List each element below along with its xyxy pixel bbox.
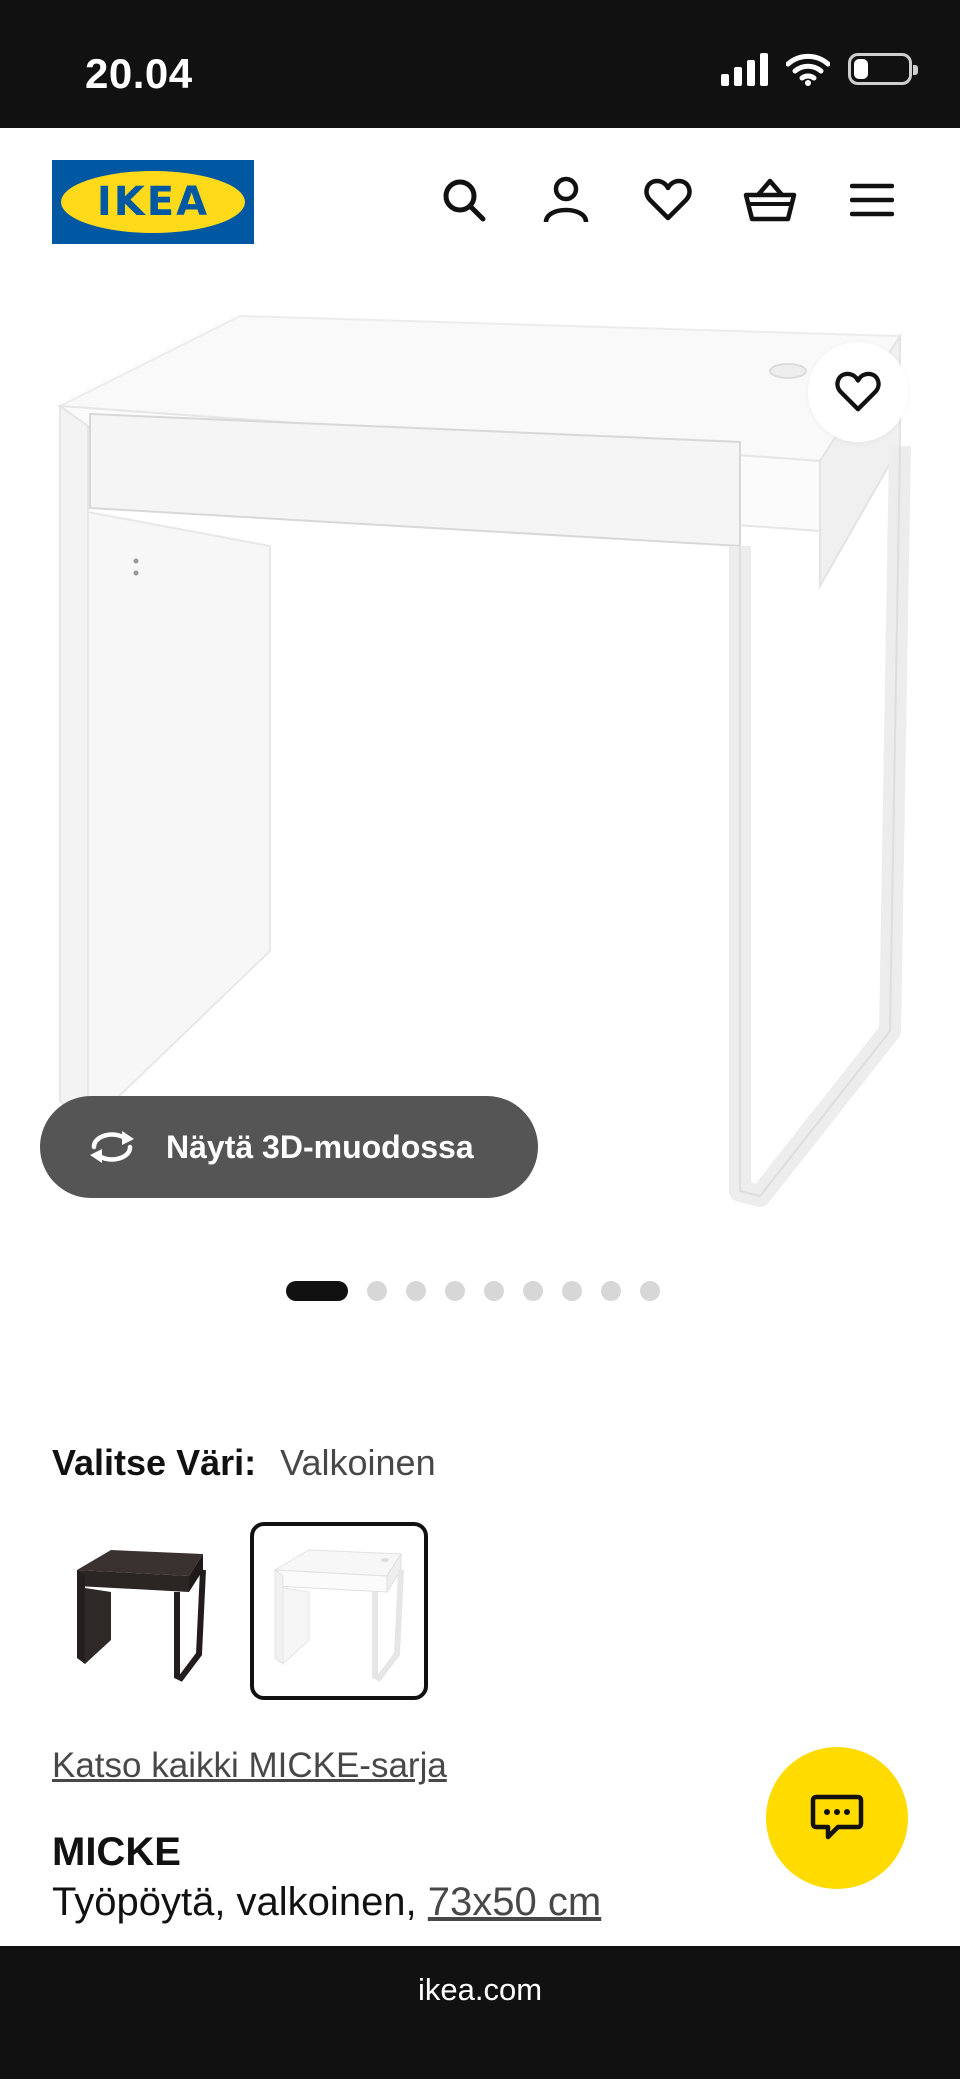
view-3d-label: Näytä 3D-muodossa: [166, 1128, 474, 1165]
view-3d-button[interactable]: Näytä 3D-muodossa: [40, 1096, 538, 1198]
product-size-link[interactable]: 73x50 cm: [428, 1880, 601, 1924]
series-link[interactable]: Katso kaikki MICKE-sarja: [52, 1746, 447, 1786]
browser-bottom-bar: ikea.com: [0, 1946, 960, 2079]
rotate-3d-icon: [90, 1131, 134, 1163]
status-bar: 20.04: [0, 0, 960, 128]
desk-thumbnail-black-brown: [77, 1550, 206, 1682]
favourite-toggle-button[interactable]: [808, 342, 908, 442]
favourites-button[interactable]: [640, 172, 696, 228]
pagination-dot[interactable]: [523, 1281, 543, 1301]
pagination-dot[interactable]: [484, 1281, 504, 1301]
swatch-black-brown[interactable]: [52, 1522, 230, 1700]
product-gallery[interactable]: Näytä 3D-muodossa: [0, 276, 960, 1246]
basket-button[interactable]: [742, 172, 798, 228]
browser-url[interactable]: ikea.com: [0, 1972, 960, 2008]
pagination-dot[interactable]: [286, 1281, 348, 1301]
product-name: MICKE: [52, 1830, 181, 1874]
chat-icon: [810, 1794, 864, 1840]
header-actions: [436, 172, 900, 228]
pagination-dot[interactable]: [406, 1281, 426, 1301]
menu-button[interactable]: [844, 172, 900, 228]
menu-icon: [850, 183, 894, 217]
heart-icon: [835, 371, 881, 412]
profile-icon: [543, 176, 589, 223]
site-header: IKEA: [0, 128, 960, 276]
gallery-pagination: [286, 1281, 660, 1301]
color-selector-heading: Valitse Väri: Valkoinen: [52, 1442, 436, 1484]
product-description: Työpöytä, valkoinen, 73x50 cm: [52, 1880, 601, 1925]
logo-text: IKEA: [96, 179, 210, 225]
pagination-dot[interactable]: [601, 1281, 621, 1301]
signal-icon: [721, 52, 768, 86]
pagination-dot[interactable]: [445, 1281, 465, 1301]
pagination-dot[interactable]: [562, 1281, 582, 1301]
product-description-text: Työpöytä, valkoinen,: [52, 1880, 417, 1924]
pagination-dot[interactable]: [640, 1281, 660, 1301]
search-button[interactable]: [436, 172, 492, 228]
chat-button[interactable]: [766, 1747, 908, 1889]
color-swatches: [52, 1522, 428, 1700]
color-selector-label: Valitse Väri:: [52, 1442, 257, 1483]
status-icons: [721, 52, 918, 86]
swatch-white[interactable]: [250, 1522, 428, 1700]
desk-thumbnail-white: [273, 1549, 404, 1682]
ikea-logo[interactable]: IKEA: [52, 160, 254, 244]
profile-button[interactable]: [538, 172, 594, 228]
heart-icon: [644, 178, 692, 221]
status-time: 20.04: [85, 50, 193, 97]
selected-color-value: Valkoinen: [280, 1442, 436, 1483]
basket-icon: [743, 178, 797, 222]
pagination-dot[interactable]: [367, 1281, 387, 1301]
search-icon: [443, 179, 486, 222]
wifi-icon: [786, 53, 830, 86]
battery-icon: [848, 53, 918, 85]
product-image[interactable]: [40, 296, 920, 1226]
